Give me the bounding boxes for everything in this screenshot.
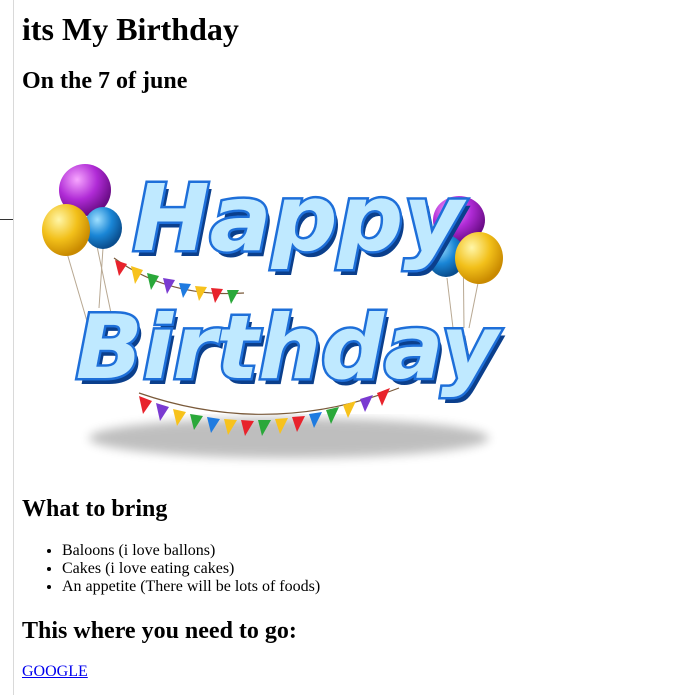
balloons-left-icon xyxy=(42,164,122,256)
svg-text:Birthday: Birthday xyxy=(76,296,502,399)
bring-list: Baloons (i love ballons) Cakes (i love e… xyxy=(22,542,320,596)
directions-heading: This where you need to go: xyxy=(22,618,297,644)
what-to-bring-heading: What to bring xyxy=(22,496,168,522)
page-title: its My Birthday xyxy=(22,11,239,47)
happy-birthday-banner-image: Happy Happy Birthday Birthday xyxy=(39,138,529,478)
page-left-edge-line xyxy=(13,0,14,695)
list-item: Cakes (i love eating cakes) xyxy=(62,560,320,578)
page-edge-tick xyxy=(0,219,13,220)
page-subtitle: On the 7 of june xyxy=(22,68,188,94)
list-item: Baloons (i love ballons) xyxy=(62,542,320,560)
svg-text:Happy: Happy xyxy=(133,165,468,272)
list-item: An appetite (There will be lots of foods… xyxy=(62,578,320,596)
google-link[interactable]: GOOGLE xyxy=(22,663,88,681)
